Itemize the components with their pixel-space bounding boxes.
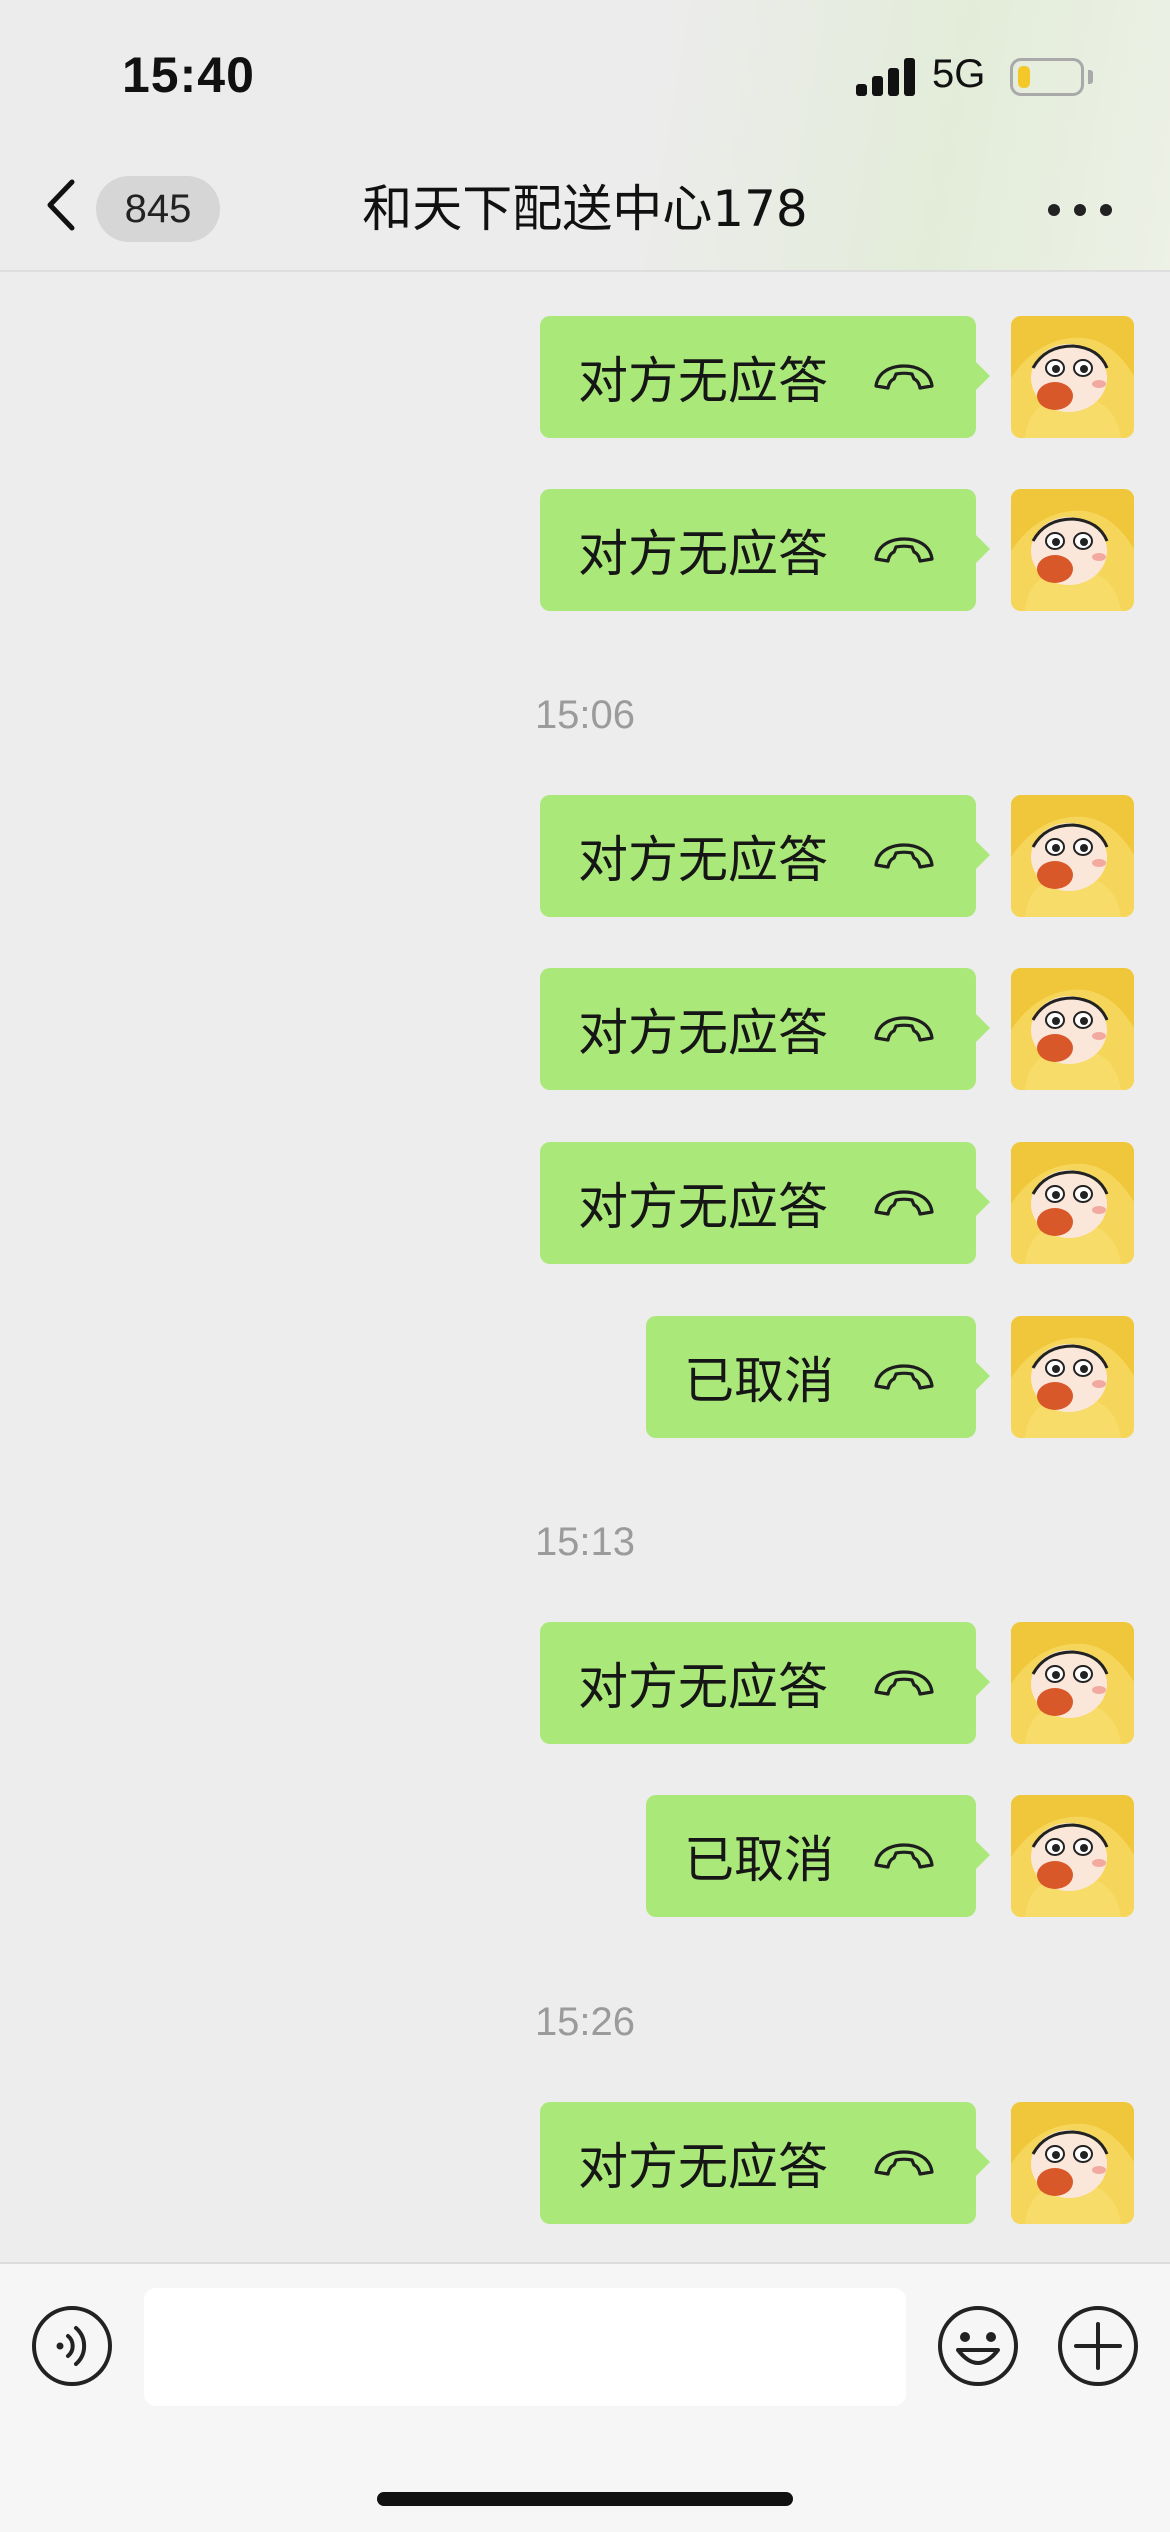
- phone-hangup-icon: [868, 1838, 940, 1874]
- battery-level: [1018, 66, 1030, 88]
- timestamp: 15:13: [534, 1520, 636, 1564]
- call-status-text: 对方无应答: [578, 525, 828, 583]
- call-record-bubble[interactable]: 对方无应答: [540, 968, 990, 1090]
- call-record-bubble[interactable]: 已取消: [646, 1795, 990, 1917]
- call-status-text: 对方无应答: [578, 1004, 828, 1062]
- call-status-text: 对方无应答: [578, 352, 828, 410]
- message-row: 对方无应答: [0, 1622, 1170, 1744]
- call-record-bubble[interactable]: 对方无应答: [540, 489, 990, 611]
- top-bar: 15:40 5G 845 和天下配送中心178: [0, 0, 1170, 272]
- call-record-bubble[interactable]: 对方无应答: [540, 316, 990, 438]
- avatar[interactable]: [1011, 1795, 1134, 1917]
- chevron-left-icon: [47, 179, 75, 231]
- phone-hangup-icon: [868, 359, 940, 395]
- battery-tip: [1088, 70, 1093, 84]
- phone-hangup-icon: [868, 1665, 940, 1701]
- back-button[interactable]: [40, 170, 82, 240]
- plus-icon: [1058, 2306, 1138, 2386]
- call-status-text: 已取消: [684, 1831, 834, 1889]
- avatar[interactable]: [1011, 795, 1134, 917]
- emoji-icon: [938, 2306, 1018, 2386]
- plus-button[interactable]: [1056, 2304, 1140, 2388]
- call-record-bubble[interactable]: 对方无应答: [540, 795, 990, 917]
- phone-hangup-icon: [868, 1359, 940, 1395]
- network-type: 5G: [932, 52, 986, 96]
- call-status-text: 已取消: [684, 1352, 834, 1410]
- status-time: 15:40: [122, 47, 255, 103]
- timestamp: 15:26: [534, 2000, 636, 2044]
- voice-button[interactable]: [30, 2304, 114, 2388]
- input-bar: [0, 2262, 1170, 2532]
- home-indicator: [377, 2492, 793, 2506]
- phone-hangup-icon: [868, 1011, 940, 1047]
- call-status-text: 对方无应答: [578, 2138, 828, 2196]
- chat-title: 和天下配送中心178: [362, 180, 808, 238]
- message-row: 已取消: [0, 1316, 1170, 1438]
- avatar[interactable]: [1011, 1622, 1134, 1744]
- message-row: 对方无应答: [0, 795, 1170, 917]
- call-status-text: 对方无应答: [578, 1658, 828, 1716]
- call-status-text: 对方无应答: [578, 1178, 828, 1236]
- avatar[interactable]: [1011, 489, 1134, 611]
- avatar[interactable]: [1011, 316, 1134, 438]
- cellular-signal-icon: [856, 58, 916, 96]
- call-record-bubble[interactable]: 对方无应答: [540, 1622, 990, 1744]
- unread-count-badge[interactable]: 845: [96, 176, 220, 242]
- timestamp: 15:06: [534, 693, 636, 737]
- more-dots-icon: [1048, 204, 1060, 216]
- avatar[interactable]: [1011, 1142, 1134, 1264]
- message-row: 对方无应答: [0, 968, 1170, 1090]
- message-input[interactable]: [144, 2288, 906, 2406]
- message-row: 已取消: [0, 1795, 1170, 1917]
- voice-icon: [32, 2306, 112, 2386]
- message-row: 对方无应答: [0, 489, 1170, 611]
- phone-hangup-icon: [868, 532, 940, 568]
- avatar[interactable]: [1011, 2102, 1134, 2224]
- avatar[interactable]: [1011, 968, 1134, 1090]
- phone-hangup-icon: [868, 838, 940, 874]
- emoji-button[interactable]: [936, 2304, 1020, 2388]
- call-record-bubble[interactable]: 已取消: [646, 1316, 990, 1438]
- message-row: 对方无应答: [0, 1142, 1170, 1264]
- avatar[interactable]: [1011, 1316, 1134, 1438]
- message-row: 对方无应答: [0, 316, 1170, 438]
- call-record-bubble[interactable]: 对方无应答: [540, 2102, 990, 2224]
- phone-hangup-icon: [868, 1185, 940, 1221]
- more-button[interactable]: [1048, 190, 1118, 230]
- call-record-bubble[interactable]: 对方无应答: [540, 1142, 990, 1264]
- battery-icon: [1010, 58, 1084, 96]
- call-status-text: 对方无应答: [578, 831, 828, 889]
- phone-hangup-icon: [868, 2145, 940, 2181]
- message-row: 对方无应答: [0, 2102, 1170, 2224]
